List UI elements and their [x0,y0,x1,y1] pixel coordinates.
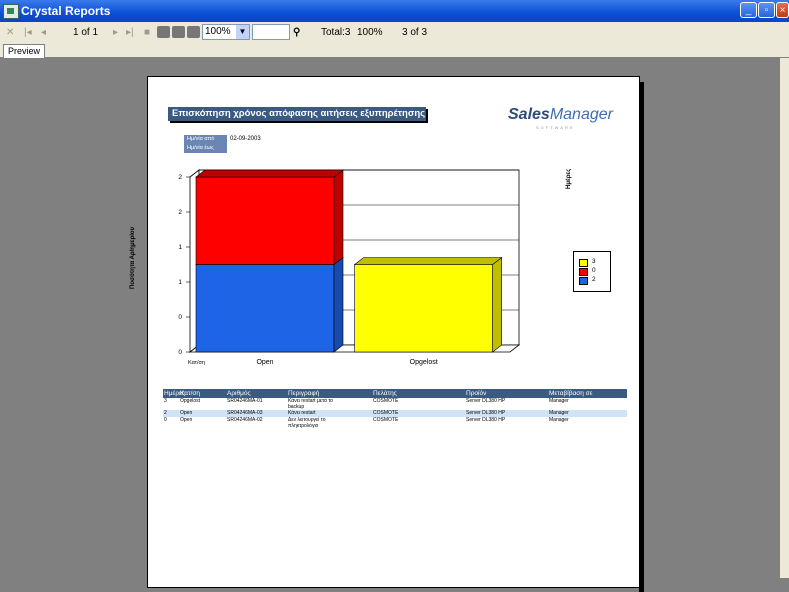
print-setup-icon[interactable] [172,26,185,38]
table-header-cell: Μεταβίβαση σε [549,390,593,397]
tab-preview[interactable]: Preview [3,44,46,58]
export-icon[interactable] [187,26,200,38]
table-cell: SR04246MA-01 [227,398,263,404]
y-tick-label: 2 [178,209,182,216]
print-icon[interactable] [157,26,170,38]
maximize-button[interactable]: ▫ [758,2,775,18]
zoom-select[interactable]: 100% ▼ [202,24,250,40]
x-category-label: Opgelost [410,359,438,366]
next-page-icon[interactable]: ▸ [113,25,118,40]
table-cell: Open [180,410,193,416]
table-row: 3 Opgelost SR04246MA-01 Κάνει restart μετά … [163,398,627,410]
report-page: Επισκόπηση χρόνος απόφασης αιτήσεις εξυπ… [130,76,640,588]
table-cell: Open [180,417,193,423]
bar-top [353,257,503,265]
previous-page-icon[interactable]: ◂ [41,25,46,40]
binoculars-search-icon[interactable]: ⚲ [293,25,300,40]
table-cell: Κάνει restart [288,410,316,416]
legend-swatch [579,268,588,276]
minimize-button[interactable]: _ [740,2,757,18]
legend-swatch [579,277,588,285]
y-tick-label: 1 [178,244,182,251]
status-total: Total:3 [321,27,351,38]
report-toolbar: ✕ |◂ ◂ 1 of 1 ▸ ▸| ■ 100% ▼ ⚲ Total:3 10… [0,22,789,44]
table-header-cell: Αριθμός [227,390,251,397]
table-header-cell: Πελάτης [373,390,397,397]
bar-segment [195,264,335,353]
x-axis-label: Κατ/ση [188,360,205,366]
bar-top [195,169,344,178]
chart-legend: 3 0 2 [573,251,611,292]
filter-to-label: Ημ/νία έως [184,144,227,153]
y-tick-label: 0 [178,349,182,356]
page-indicator: 1 of 1 [73,27,99,38]
table-cell: Server DL380 HP [466,410,506,416]
y-tick-label: 0 [178,314,182,321]
table-header-cell: Περιγραφή [288,390,320,397]
table-cell: 2 [164,410,167,416]
tab-bar: Preview [0,43,789,58]
table-cell: 0 [164,417,167,423]
vertical-scrollbar[interactable] [780,58,789,578]
zoom-value: 100% [205,26,231,37]
y-tick-label: 1 [178,279,182,286]
table-cell: SR04246MA-03 [227,410,263,416]
search-input[interactable] [252,24,290,40]
bar-side [492,256,502,353]
table-cell: Manager [549,410,569,416]
table-cell: COSMOTE [373,398,399,404]
table-cell: SR04246MA-02 [227,417,263,423]
legend-swatch [579,259,588,267]
table-cell: Server DL380 HP [466,398,506,404]
status-zoom: 100% [357,27,383,38]
table-cell: COSMOTE [373,417,399,423]
table-header-cell: Κατ/ση [180,390,201,397]
table-cell: Manager [549,417,569,423]
window-title: Crystal Reports [21,4,111,18]
bar-segment [195,176,335,265]
table-cell: Manager [549,398,569,404]
legend-label: 3 [592,258,596,265]
crystal-reports-app-icon [3,4,19,19]
table-cell: Opgelost [180,398,201,404]
chart-y-axis-label: Ποσότητα Αρ/ημερίου [130,226,136,289]
table-cell: 3 [164,398,167,404]
chevron-down-icon[interactable]: ▼ [236,25,249,39]
table-row: 2 Open SR04246MA-03 Κάνει restart COSMOTE Ser… [163,410,627,417]
y-tick-label: 2 [178,174,182,181]
salesmanager-logo: SalesManager [508,106,613,123]
table-header: Ημέρες Κατ/ση Αριθμός Περιγραφή Πελάτης Προϊό… [163,389,627,398]
table-cell: Server DL380 HP [466,417,506,423]
logo-subtitle: SOFTWARE [536,125,575,130]
filter-from-value: 02-09-2003 [230,136,261,142]
table-cell: COSMOTE [373,410,399,416]
table-cell: Κάνει restart μετά το backup [288,398,333,410]
filter-from-label: Ημ/νία από [184,135,227,144]
bar-side [333,256,344,353]
first-page-icon[interactable]: |◂ [24,25,32,40]
legend-label: 2 [592,276,596,283]
window-title-bar: Crystal Reports _ ▫ × [0,0,789,22]
table-row: 0 Open SR04246MA-02 Δεν λειτουργεί το πληκτ… [163,417,627,430]
stop-icon[interactable]: ■ [144,25,150,40]
last-page-icon[interactable]: ▸| [126,25,134,40]
bar-segment [354,264,493,353]
stacked-bar-chart: 0 0 1 1 2 2 Open Opgelost Κατ/ση [178,169,521,366]
table-cell: Δεν λειτουργεί το πληκτρολόγιο [288,417,326,429]
table-header-cell: Προϊόν [466,390,487,397]
status-records: 3 of 3 [402,27,428,38]
bar-side [333,169,344,266]
close-button[interactable]: × [776,2,789,18]
chart-right-label: Ημέρες [566,168,572,189]
legend-label: 0 [592,267,596,274]
x-category-label: Open [256,359,273,366]
close-view-icon[interactable]: ✕ [6,25,14,40]
report-title: Επισκόπηση χρόνος απόφασης αιτήσεις εξυπ… [168,107,426,121]
